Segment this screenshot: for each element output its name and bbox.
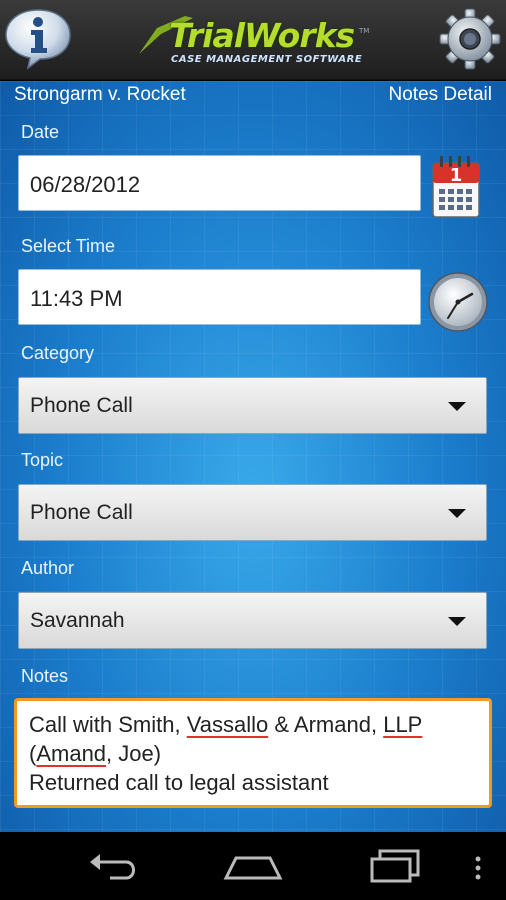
recent-apps-icon[interactable] [366,848,424,884]
notes-label: Notes [21,666,69,686]
home-icon[interactable] [222,852,284,882]
time-label: Select Time [21,236,116,256]
category-dropdown[interactable]: Phone Call [18,377,487,434]
back-icon[interactable] [82,850,142,884]
case-title: Strongarm v. Rocket [14,84,186,105]
calendar-icon[interactable]: 1 [430,155,482,219]
topic-dropdown[interactable]: Phone Call [18,484,487,541]
misspelled-word: Vassallo [186,712,269,737]
info-icon[interactable] [4,6,72,70]
category-label: Category [21,343,95,363]
overflow-menu-icon[interactable] [468,850,488,886]
dropdown-arrow-icon [448,402,466,411]
date-field[interactable]: 06/28/2012 [18,155,421,211]
app-header: TrialWorks TM CASE MANAGEMENT SOFTWARE [0,0,506,80]
notes-text: , Joe) [106,741,162,766]
notes-text: Call with Smith, [29,712,187,737]
notes-detail-form: Strongarm v. Rocket Notes Detail Date 06… [0,81,506,832]
system-nav-bar [0,832,506,900]
topic-label: Topic [21,450,64,470]
logo-name: TrialWorks [169,16,355,55]
dropdown-arrow-icon [448,617,466,626]
author-dropdown[interactable]: Savannah [18,592,487,649]
trialworks-logo: TrialWorks TM CASE MANAGEMENT SOFTWARE [135,10,371,70]
screen-title: Notes Detail [388,84,493,105]
clock-icon[interactable] [427,271,489,333]
category-value: Phone Call [30,394,133,417]
notes-textarea[interactable]: Call with Smith, Vassallo & Armand, LLP … [14,698,492,808]
author-label: Author [21,558,75,578]
logo-trademark: TM [359,27,370,35]
time-field[interactable]: 11:43 PM [18,269,421,325]
misspelled-word: LLP [383,712,423,737]
logo-subtitle: CASE MANAGEMENT SOFTWARE [171,54,363,65]
notes-text: & Armand, [268,712,384,737]
dropdown-arrow-icon [448,509,466,518]
calendar-badge: 1 [450,165,463,186]
author-value: Savannah [30,609,125,632]
date-label: Date [21,122,60,142]
topic-value: Phone Call [30,501,133,524]
notes-text: Returned call to legal assistant [29,770,329,795]
misspelled-word: Amand [36,741,107,766]
gear-icon[interactable] [438,6,502,72]
